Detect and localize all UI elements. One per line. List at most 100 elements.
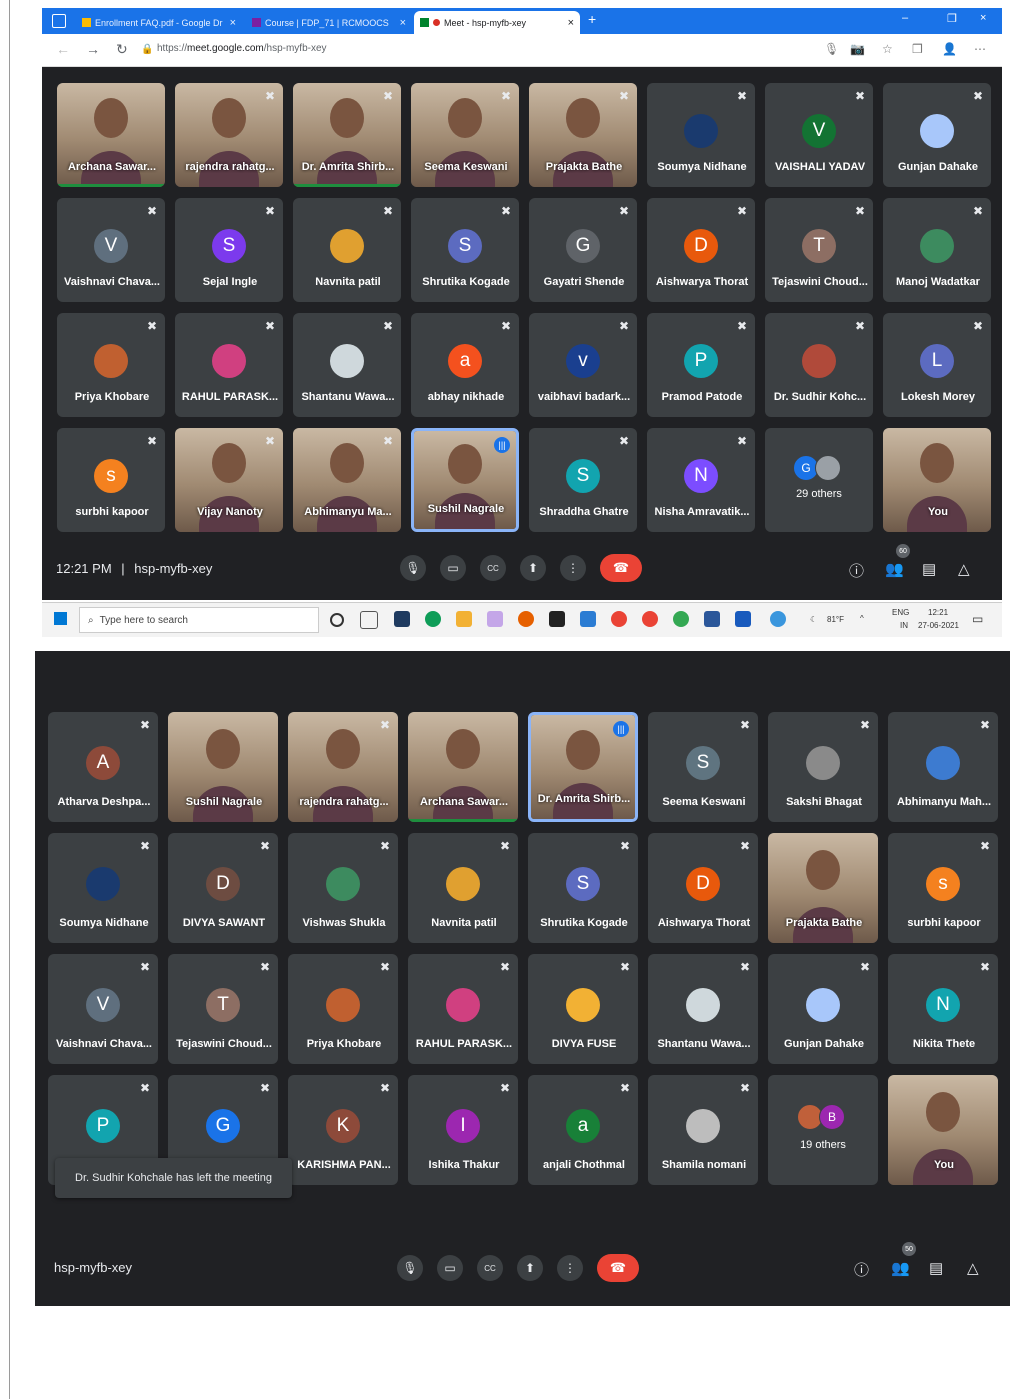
forward-icon[interactable]: → [86,41,100,57]
participant-tile[interactable]: S Shraddha Ghatre ✖ [529,428,637,532]
activities-icon[interactable]: △ [967,1259,979,1277]
participant-tile[interactable]: Gunjan Dahake ✖ [768,954,878,1064]
info-icon[interactable]: ⓘ [849,560,864,581]
participant-tile[interactable]: You [883,428,991,532]
participant-tile[interactable]: Soumya Nidhane ✖ [647,83,755,187]
participant-tile[interactable]: S Shrutika Kogade ✖ [528,833,638,943]
participant-tile[interactable]: Vishwas Shukla ✖ [288,833,398,943]
app-icon-2[interactable] [487,611,503,627]
participant-tile[interactable]: B 19 others [768,1075,878,1185]
new-tab-button[interactable]: + [588,11,596,27]
participant-tile[interactable]: K KARISHMA PAN... ✖ [288,1075,398,1185]
minimize-button[interactable]: – [902,12,908,24]
tab-meet[interactable]: Meet - hsp-myfb-xey × [414,11,580,34]
participant-tile[interactable]: Sushil Nagrale ||| [411,428,519,532]
captions-button[interactable]: CC [477,1255,503,1281]
tab-enrollment-faq[interactable]: Enrollment FAQ.pdf - Google Dr × [76,11,242,34]
close-window-button[interactable]: × [980,12,986,24]
chrome-icon-2[interactable] [642,611,658,627]
participant-tile[interactable]: Abhimanyu Ma... ✖ [293,428,401,532]
chrome-icon[interactable] [611,611,627,627]
camera-button[interactable]: ▭ [437,1255,463,1281]
mic-button[interactable]: 🎙 [397,1255,423,1281]
participant-tile[interactable]: Dr. Sudhir Kohc... ✖ [765,313,873,417]
captions-button[interactable]: CC [480,555,506,581]
participant-tile[interactable]: Prajakta Bathe [768,833,878,943]
participant-tile[interactable]: S Shrutika Kogade ✖ [411,198,519,302]
tab-close-icon[interactable]: × [400,17,406,29]
participant-tile[interactable]: v vaibhavi badark... ✖ [529,313,637,417]
participant-tile[interactable]: s surbhi kapoor ✖ [57,428,165,532]
tab-close-icon[interactable]: × [568,17,574,29]
participant-tile[interactable]: Prajakta Bathe ✖ [529,83,637,187]
participant-tile[interactable]: Priya Khobare ✖ [57,313,165,417]
participant-tile[interactable]: Abhimanyu Mah... ✖ [888,712,998,822]
activities-icon[interactable]: △ [958,560,970,578]
present-button[interactable]: ⬆ [520,555,546,581]
participant-tile[interactable]: D DIVYA SAWANT ✖ [168,833,278,943]
participant-tile[interactable]: Priya Khobare ✖ [288,954,398,1064]
app-icon-3[interactable] [549,611,565,627]
participant-tile[interactable]: Gunjan Dahake ✖ [883,83,991,187]
taskbar-search[interactable]: ⌕ Type here to search [79,607,319,633]
participant-tile[interactable]: Archana Sawar... [408,712,518,822]
participant-tile[interactable]: Manoj Wadatkar ✖ [883,198,991,302]
chat-icon[interactable]: ▤ [922,560,936,578]
present-button[interactable]: ⬆ [517,1255,543,1281]
chrome-icon-3[interactable] [673,611,689,627]
file-explorer-icon[interactable] [456,611,472,627]
end-call-button[interactable]: ☎ [600,554,642,582]
weather-icon[interactable]: ☾ [810,615,817,624]
notification-icon[interactable]: ▭ [972,612,983,626]
participant-tile[interactable]: D Aishwarya Thorat ✖ [647,198,755,302]
tab-close-icon[interactable]: × [230,17,236,29]
reload-icon[interactable]: ↻ [116,41,128,58]
participant-tile[interactable]: You [888,1075,998,1185]
participant-tile[interactable]: S Sejal Ingle ✖ [175,198,283,302]
participant-tile[interactable]: Archana Sawar... [57,83,165,187]
participant-tile[interactable]: Vijay Nanoty ✖ [175,428,283,532]
word-icon[interactable] [704,611,720,627]
participant-tile[interactable]: N Nisha Amravatik... ✖ [647,428,755,532]
participant-tile[interactable]: I Ishika Thakur ✖ [408,1075,518,1185]
participant-tile[interactable]: L Lokesh Morey ✖ [883,313,991,417]
participant-tile[interactable]: P Pramod Patode ✖ [647,313,755,417]
camera-permission-icon[interactable]: 📷 [850,42,865,56]
maximize-button[interactable]: ❐ [947,12,957,25]
collections-icon[interactable]: ❒ [912,42,923,56]
app-icon-1[interactable] [394,611,410,627]
participant-tile[interactable]: s surbhi kapoor ✖ [888,833,998,943]
participant-tile[interactable]: rajendra rahatg... ✖ [175,83,283,187]
tab-course[interactable]: Course | FDP_71 | RCMOOCS × [246,11,412,34]
participant-tile[interactable]: Sakshi Bhagat ✖ [768,712,878,822]
task-view-icon[interactable] [360,611,378,629]
participant-tile[interactable]: Soumya Nidhane ✖ [48,833,158,943]
participant-tile[interactable]: Shantanu Wawa... ✖ [293,313,401,417]
people-icon[interactable]: 👥 [885,560,904,578]
participant-tile[interactable]: Shamila nomani ✖ [648,1075,758,1185]
more-menu-icon[interactable]: ⋯ [974,42,986,56]
participant-tile[interactable]: Navnita patil ✖ [408,833,518,943]
outlook-icon[interactable] [735,611,751,627]
end-call-button[interactable]: ☎ [597,1254,639,1282]
participant-tile[interactable]: RAHUL PARASK... ✖ [408,954,518,1064]
participant-tile[interactable]: Shantanu Wawa... ✖ [648,954,758,1064]
participant-tile[interactable]: Dr. Amrita Shirb... ✖ [293,83,401,187]
participant-tile[interactable]: RAHUL PARASK... ✖ [175,313,283,417]
url-field[interactable]: https://meet.google.com/hsp-myfb-xey [157,43,327,54]
participant-tile[interactable]: T Tejaswini Choud... ✖ [168,954,278,1064]
participant-tile[interactable]: V Vaishnavi Chava... ✖ [57,198,165,302]
bookmark-star-icon[interactable]: ☆ [882,42,893,56]
participant-tile[interactable]: rajendra rahatg... ✖ [288,712,398,822]
participant-tile[interactable]: S Seema Keswani ✖ [648,712,758,822]
cortana-icon[interactable] [330,613,344,627]
lang-indicator[interactable]: ENG [892,608,909,617]
tab-search-icon[interactable] [52,14,66,28]
participant-tile[interactable]: Dr. Amrita Shirb... ||| [528,712,638,822]
participant-tile[interactable]: T Tejaswini Choud... ✖ [765,198,873,302]
participant-tile[interactable]: D Aishwarya Thorat ✖ [648,833,758,943]
participant-tile[interactable]: Seema Keswani ✖ [411,83,519,187]
app-icon-4[interactable] [580,611,596,627]
participant-tile[interactable]: DIVYA FUSE ✖ [528,954,638,1064]
profile-icon[interactable]: 👤 [942,42,957,56]
